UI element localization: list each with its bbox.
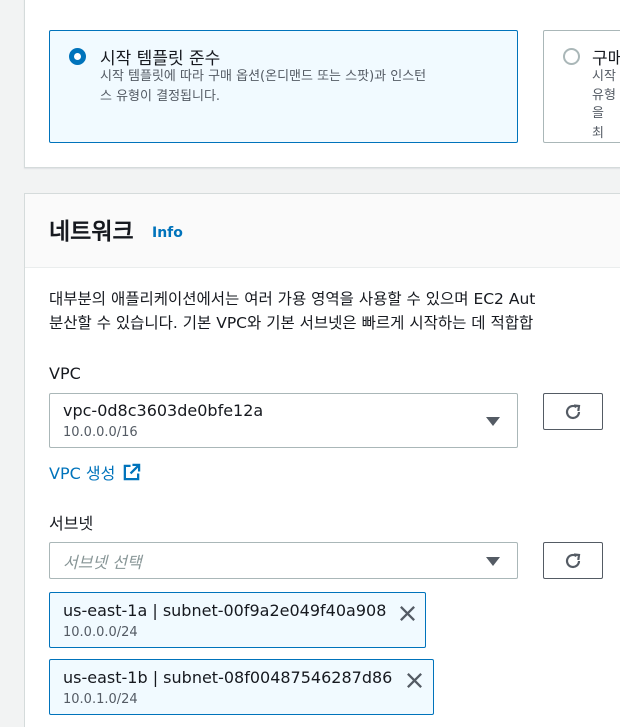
- close-icon[interactable]: [405, 671, 424, 690]
- subnet-select-placeholder: 서브넷 선택: [63, 553, 142, 572]
- option-desc-line-2: 스 유형이 결정됩니다.: [100, 89, 221, 104]
- subnet-token: us-east-1a | subnet-00f9a2e049f40a908 10…: [49, 592, 426, 648]
- subnet-refresh-button[interactable]: [543, 542, 603, 579]
- close-icon[interactable]: [398, 604, 417, 623]
- subnet-token: us-east-1b | subnet-08f00487546287d86 10…: [49, 659, 434, 715]
- network-description-line-2: 분산할 수 있습니다. 기본 VPC와 기본 서브넷은 빠르게 시작하는 데 적…: [49, 314, 534, 332]
- caret-down-icon: [486, 557, 500, 566]
- radio-launch-template[interactable]: [69, 48, 86, 65]
- vpc-select-value: vpc-0d8c3603de0bfe12a: [63, 401, 264, 420]
- vpc-select[interactable]: vpc-0d8c3603de0bfe12a 10.0.0.0/16: [49, 393, 518, 448]
- subnet-label: 서브넷: [49, 514, 94, 533]
- create-vpc-link-label: VPC 생성: [49, 464, 116, 483]
- option-title-launch-template: 시작 템플릿 준수: [100, 49, 221, 69]
- option-desc-line-1: 시작 템플릿에 따라 구매 옵션(온디맨드 또는 스팟)과 인스턴: [100, 69, 427, 84]
- info-link[interactable]: Info: [152, 225, 183, 241]
- network-title: 네트워크: [49, 219, 134, 245]
- create-vpc-link[interactable]: VPC 생성: [49, 460, 141, 484]
- option-title-purchase: 구매: [592, 49, 620, 69]
- subnet-token-label: us-east-1b | subnet-08f00487546287d86: [63, 668, 393, 687]
- network-description: 대부분의 애플리케이션에서는 여러 가용 영역을 사용할 수 있으며 EC2 A…: [49, 287, 620, 335]
- option-b-desc-line-3: 을 최: [592, 106, 604, 141]
- network-description-line-1: 대부분의 애플리케이션에서는 여러 가용 영역을 사용할 수 있으며 EC2 A…: [49, 290, 536, 308]
- vpc-refresh-button[interactable]: [543, 393, 603, 430]
- caret-down-icon: [486, 417, 500, 426]
- radio-purchase[interactable]: [563, 48, 580, 65]
- subnet-token-cidr: 10.0.1.0/24: [63, 692, 138, 707]
- option-b-desc-line-1: 시작: [592, 69, 616, 84]
- vpc-label: VPC: [49, 364, 81, 383]
- subnet-token-cidr: 10.0.0.0/24: [63, 625, 138, 640]
- option-b-desc-line-2: 유형: [592, 88, 616, 103]
- subnet-token-label: us-east-1a | subnet-00f9a2e049f40a908: [63, 601, 387, 620]
- subnet-select[interactable]: 서브넷 선택: [49, 542, 518, 579]
- refresh-icon: [565, 403, 581, 419]
- vpc-select-cidr: 10.0.0.0/16: [63, 425, 138, 440]
- refresh-icon: [565, 552, 581, 568]
- external-link-icon: [124, 463, 141, 480]
